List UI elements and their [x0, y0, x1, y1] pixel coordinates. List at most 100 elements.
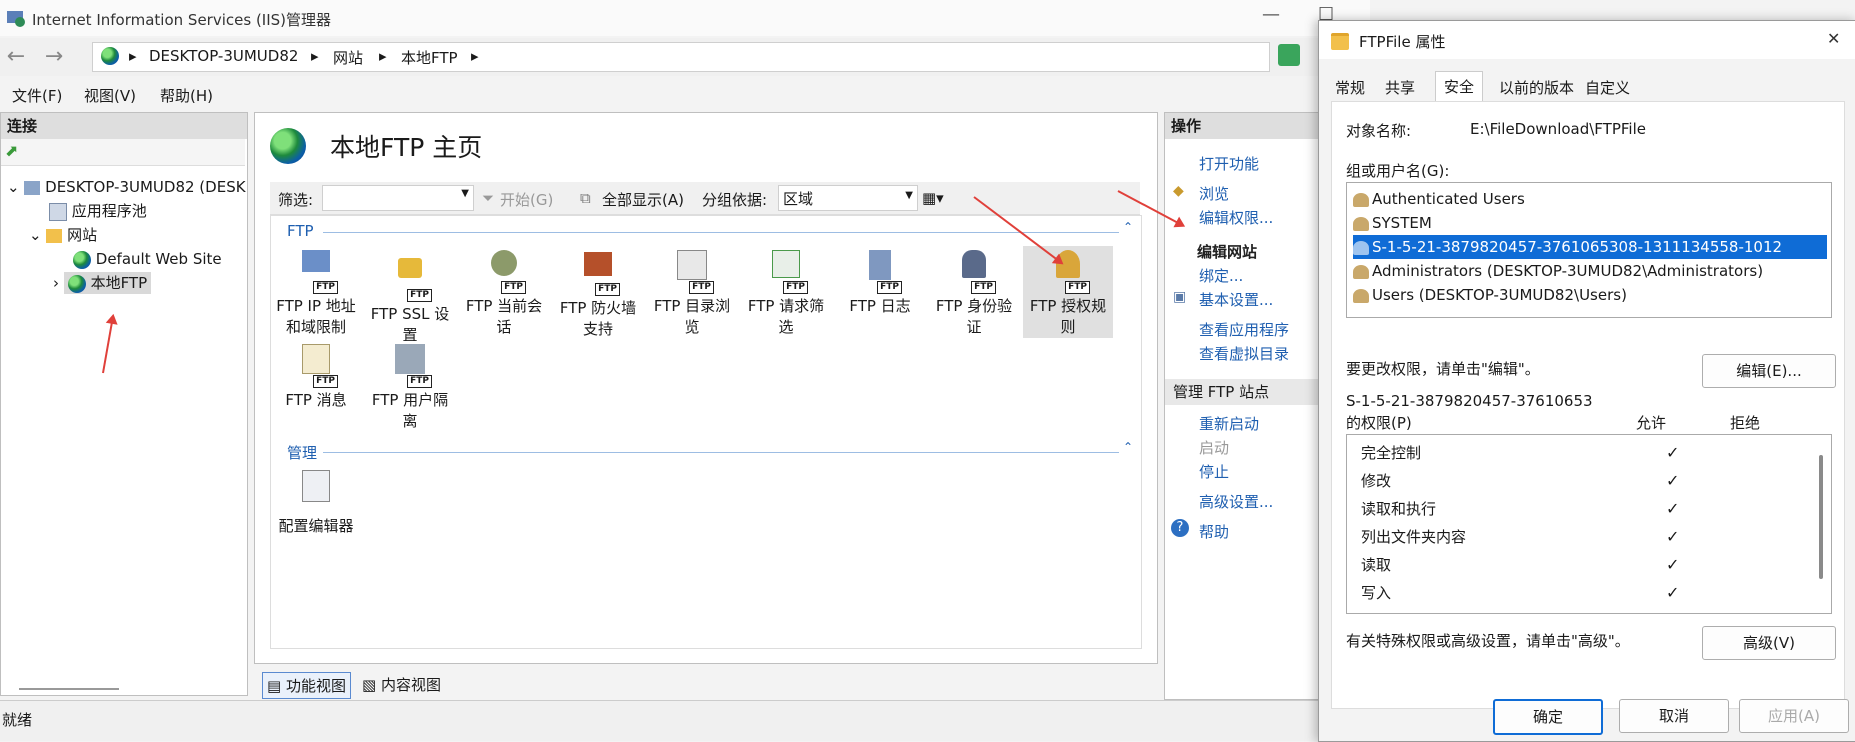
menu-help[interactable]: 帮助(H)	[160, 85, 213, 106]
tree-item-default-site[interactable]: Default Web Site	[73, 247, 222, 271]
tree-label-app-pools: 应用程序池	[71, 202, 147, 220]
chevron-down-icon[interactable]: ⌄	[29, 226, 42, 244]
tree-label-server: DESKTOP-3UMUD82 (DESK	[45, 178, 246, 196]
horizontal-scrollbar[interactable]	[19, 688, 119, 690]
ftp-badge: FTP	[1065, 281, 1090, 294]
feature-ftp-messages[interactable]: FTP FTP 消息	[271, 340, 361, 411]
collapse-up-icon[interactable]: ⌃	[1123, 220, 1133, 234]
list-item: 读取 ✓	[1361, 551, 1801, 579]
view-mode-icon[interactable]: ▦▾	[922, 189, 944, 207]
menu-view[interactable]: 视图(V)	[84, 85, 136, 106]
tab-sharing[interactable]: 共享	[1385, 77, 1415, 98]
action-restart[interactable]: 重新启动	[1199, 413, 1259, 434]
minimize-icon[interactable]: —	[1262, 4, 1280, 25]
users-list[interactable]: Authenticated Users SYSTEM S-1-5-21-3879…	[1346, 182, 1832, 318]
section-manage-label: 管理	[287, 444, 318, 462]
feature-label-line1: FTP 日志	[849, 297, 911, 315]
list-item[interactable]: SYSTEM	[1353, 211, 1827, 235]
dropdown-icon[interactable]: ▼	[905, 190, 913, 201]
forward-arrow-icon[interactable]: →	[40, 44, 68, 70]
feature-ftp-authentication[interactable]: FTP FTP 身份验 证	[929, 246, 1019, 338]
object-name-label: 对象名称:	[1346, 122, 1412, 140]
action-advanced-settings[interactable]: 高级设置...	[1199, 491, 1273, 512]
tab-general[interactable]: 常规	[1335, 77, 1365, 98]
action-bindings[interactable]: 绑定...	[1199, 265, 1243, 286]
list-item[interactable]: Authenticated Users	[1353, 187, 1827, 211]
permissions-scrollbar[interactable]	[1819, 455, 1823, 579]
cancel-button[interactable]: 取消	[1619, 699, 1729, 733]
tree-item-server[interactable]: ⌄ DESKTOP-3UMUD82 (DESK	[7, 175, 246, 199]
action-open-feature[interactable]: 打开功能	[1199, 153, 1259, 174]
action-view-applications[interactable]: 查看应用程序	[1199, 319, 1289, 340]
tab-previous-versions[interactable]: 以前的版本	[1499, 77, 1574, 98]
check-icon: ✓	[1666, 471, 1680, 490]
help-icon: ?	[1171, 519, 1189, 537]
list-item[interactable]: Administrators (DESKTOP-3UMUD82\Administ…	[1353, 259, 1827, 283]
group-icon	[1353, 288, 1369, 303]
tab-features-view[interactable]: ▤ 功能视图	[262, 672, 351, 699]
permission-name: 写入	[1361, 584, 1392, 602]
feature-ftp-request-filtering[interactable]: FTP FTP 请求筛 选	[741, 246, 831, 338]
action-edit-permissions[interactable]: 编辑权限...	[1199, 207, 1273, 228]
menu-file[interactable]: 文件(F)	[12, 85, 62, 106]
advanced-button[interactable]: 高级(V)	[1702, 626, 1836, 660]
feature-ftp-sessions[interactable]: FTP FTP 当前会 话	[459, 246, 549, 338]
feature-ftp-ssl[interactable]: FTP FTP SSL 设 置	[365, 246, 455, 346]
list-item[interactable]: S-1-5-21-3879820457-3761065308-131113455…	[1353, 235, 1827, 259]
filter-input[interactable]: ▼	[322, 185, 474, 211]
tab-security[interactable]: 安全	[1435, 71, 1484, 101]
feature-ftp-firewall[interactable]: FTP FTP 防火墙 支持	[553, 246, 643, 340]
chevron-down-icon[interactable]: ⌄	[7, 178, 20, 196]
action-stop[interactable]: 停止	[1199, 461, 1229, 482]
group-by-select[interactable]: 区域 ▼	[778, 185, 918, 211]
filter-label: 筛选:	[278, 191, 314, 209]
tree-item-sites[interactable]: ⌄ 网站	[29, 223, 97, 247]
breadcrumb-site[interactable]: 本地FTP	[401, 47, 458, 68]
back-arrow-icon[interactable]: ←	[2, 44, 30, 70]
permissions-list[interactable]: 完全控制 ✓ 修改 ✓ 读取和执行 ✓ 列出文件夹内容 ✓ 读取 ✓ 写入 ✓	[1346, 434, 1832, 614]
feature-ftp-logging[interactable]: FTP FTP 日志	[835, 246, 925, 317]
globe-icon	[101, 47, 119, 65]
tab-content-view[interactable]: ▧ 内容视图	[362, 674, 441, 695]
collapse-up-icon[interactable]: ⌃	[1123, 440, 1133, 454]
start-button[interactable]: 开始(G)	[500, 189, 553, 210]
show-all-button[interactable]: 全部显示(A)	[602, 189, 684, 210]
connections-header: 连接	[1, 113, 247, 139]
authentication-icon: FTP	[954, 250, 996, 294]
app-pool-icon	[49, 202, 67, 221]
section-ftp-label: FTP	[287, 222, 314, 240]
feature-label-line2: 离	[402, 412, 418, 430]
edit-permissions-button[interactable]: 编辑(E)...	[1702, 354, 1836, 388]
tree-item-app-pools[interactable]: 应用程序池	[49, 199, 147, 223]
tree-item-local-ftp[interactable]: › 本地FTP	[53, 271, 152, 295]
ftp-badge: FTP	[595, 283, 620, 296]
section-divider	[323, 452, 1119, 453]
ok-button[interactable]: 确定	[1493, 699, 1603, 735]
dropdown-icon[interactable]: ▼	[461, 188, 469, 199]
chevron-right-icon[interactable]: ›	[53, 274, 59, 292]
action-basic-settings[interactable]: 基本设置...	[1199, 289, 1273, 310]
action-browse[interactable]: 浏览	[1199, 183, 1229, 204]
globe-icon	[67, 274, 86, 293]
tab-customize[interactable]: 自定义	[1585, 77, 1630, 98]
action-view-virtual-dirs[interactable]: 查看虚拟目录	[1199, 343, 1289, 364]
feature-config-editor[interactable]: 配置编辑器	[271, 466, 361, 537]
group-icon	[1353, 192, 1369, 207]
close-icon[interactable]: ✕	[1827, 29, 1840, 48]
address-box[interactable]: ▸ DESKTOP-3UMUD82 ▸ 网站 ▸ 本地FTP ▸	[92, 42, 1270, 72]
breadcrumb-sites[interactable]: 网站	[333, 47, 363, 68]
list-item: 完全控制 ✓	[1361, 439, 1801, 467]
group-icon	[1353, 264, 1369, 279]
feature-ftp-directory-browsing[interactable]: FTP FTP 目录浏 览	[647, 246, 737, 338]
breadcrumb-server[interactable]: DESKTOP-3UMUD82	[149, 47, 298, 65]
feature-ftp-authorization-rules[interactable]: FTP FTP 授权规 则	[1023, 246, 1113, 338]
iis-window-title: Internet Information Services (IIS)管理器	[32, 11, 332, 29]
user-name: Authenticated Users	[1372, 190, 1525, 208]
feature-ftp-ip-restrictions[interactable]: FTP FTP IP 地址 和域限制	[271, 246, 361, 338]
action-help[interactable]: 帮助	[1199, 521, 1229, 542]
refresh-icon[interactable]	[1278, 44, 1300, 66]
feature-ftp-user-isolation[interactable]: FTP FTP 用户隔 离	[365, 340, 455, 432]
list-item[interactable]: Users (DESKTOP-3UMUD82\Users)	[1353, 283, 1827, 307]
connect-icon[interactable]: ⬈	[5, 141, 18, 160]
list-item: 读取和执行 ✓	[1361, 495, 1801, 523]
